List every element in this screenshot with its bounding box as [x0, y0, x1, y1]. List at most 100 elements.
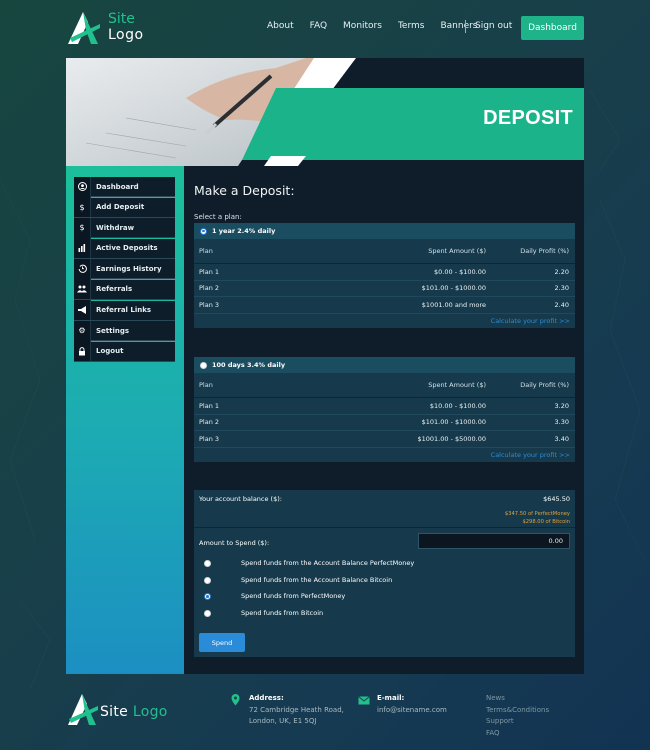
sidebar-item-logout[interactable]: Logout — [74, 341, 175, 362]
plan-table-header: Plan Spent Amount ($) Daily Profit (%) — [194, 373, 575, 398]
nav-terms[interactable]: Terms — [398, 21, 425, 31]
plan-card: 100 days 3.4% daily Plan Spent Amount ($… — [194, 357, 575, 462]
nav-about[interactable]: About — [267, 21, 294, 31]
page-title: DEPOSIT — [483, 107, 573, 129]
sign-out-link[interactable]: Sign out — [475, 21, 512, 31]
profit-cell: 3.40 — [554, 434, 569, 443]
spend-option-label: Spend funds from the Account Balance Per… — [241, 559, 415, 567]
users-icon — [74, 279, 91, 300]
spend-option[interactable]: Spend funds from the Account Balance Bit… — [194, 573, 575, 589]
plan-table-header: Plan Spent Amount ($) Daily Profit (%) — [194, 239, 575, 264]
envelope-icon — [358, 696, 370, 705]
calculate-profit-text[interactable]: Calculate your profit >> — [491, 451, 570, 459]
plan-cell: Plan 1 — [199, 267, 220, 276]
table-row: Plan 3 $1001.00 - $5000.00 3.40 — [194, 431, 575, 448]
plan-cell: Plan 3 — [199, 300, 220, 309]
col-spent-amount: Spent Amount ($) — [428, 381, 486, 389]
spend-option-label: Spend funds from the Account Balance Bit… — [241, 575, 393, 584]
footer-address: Address: 72 Cambridge Heath Road, London… — [249, 693, 344, 728]
plan-name: 1 year 2.4% daily — [212, 227, 276, 235]
address-line-2: London, UK, E1 5QJ — [249, 717, 317, 725]
location-pin-icon — [231, 694, 240, 706]
logo-text-logo: Logo — [108, 27, 144, 43]
site-logo[interactable]: Site Logo — [66, 8, 156, 48]
amount-label: Amount to Spend ($): — [199, 539, 270, 547]
nav-monitors[interactable]: Monitors — [343, 21, 382, 31]
footer-email: E-mail: info@sitename.com — [377, 693, 447, 716]
amount-cell: $1001.00 and more — [421, 300, 486, 309]
spend-option-radio[interactable] — [204, 609, 211, 617]
spend-option[interactable]: Spend funds from the Account Balance Per… — [194, 556, 575, 572]
logo-text-site: Site — [108, 11, 135, 27]
sidebar-item-label: Add Deposit — [96, 203, 145, 212]
footer-link-faq[interactable]: FAQ — [486, 728, 549, 740]
sidebar-item-withdraw[interactable]: $ Withdraw — [74, 217, 175, 239]
megaphone-icon — [74, 300, 91, 321]
sidebar-item-label: Settings — [96, 326, 130, 335]
amount-cell: $0.00 - $100.00 — [434, 267, 486, 276]
amount-cell: $101.00 - $1000.00 — [421, 418, 486, 427]
hero-banner: DEPOSIT — [66, 58, 584, 166]
bar-chart-icon — [74, 238, 91, 259]
plan-card: 1 year 2.4% daily Plan Spent Amount ($) … — [194, 223, 575, 328]
sidebar-item-label: Withdraw — [96, 223, 135, 232]
dollar-icon: $ — [74, 197, 91, 218]
dashboard-button[interactable]: Dashboard — [521, 16, 584, 40]
balance-perfectmoney: $347.50 of PerfectMoney — [504, 511, 570, 517]
email-heading: E-mail: — [377, 694, 405, 702]
col-spent-amount: Spent Amount ($) — [428, 247, 486, 255]
plan-header[interactable]: 1 year 2.4% daily — [194, 223, 575, 239]
amount-input[interactable] — [418, 533, 570, 549]
calculate-profit-text[interactable]: Calculate your profit >> — [491, 317, 570, 325]
calculate-profit-link[interactable]: Calculate your profit >> — [194, 448, 575, 462]
nav-divider — [465, 20, 466, 33]
plan-cell: Plan 1 — [199, 401, 220, 410]
col-daily-profit: Daily Profit (%) — [520, 247, 569, 255]
plan-cell: Plan 3 — [199, 434, 220, 443]
balance-value: $645.50 — [543, 495, 570, 503]
email-address[interactable]: info@sitename.com — [377, 705, 447, 717]
spend-option[interactable]: Spend funds from Bitcoin — [194, 606, 575, 622]
sidebar-item-add-deposit[interactable]: $ Add Deposit — [74, 197, 175, 218]
sidebar-item-dashboard[interactable]: Dashboard — [74, 176, 175, 197]
spend-option-radio[interactable] — [204, 576, 211, 584]
sidebar-item-label: Earnings History — [96, 264, 162, 273]
spend-option[interactable]: Spend funds from PerfectMoney — [194, 589, 575, 605]
nav-faq[interactable]: FAQ — [310, 21, 327, 31]
lock-icon — [74, 341, 91, 362]
history-icon — [74, 258, 91, 279]
amount-cell: $101.00 - $1000.00 — [421, 284, 486, 293]
sidebar-item-referrals[interactable]: Referrals — [74, 279, 175, 300]
amount-cell: $10.00 - $100.00 — [429, 401, 486, 410]
footer-logo-site: Site — [100, 704, 129, 720]
balance-label: Your account balance ($): — [199, 495, 282, 503]
footer-links: News Terms&Conditions Support FAQ — [486, 693, 549, 739]
plan-radio[interactable] — [200, 227, 207, 235]
sidebar-item-label: Referral Links — [96, 306, 152, 315]
sidebar-item-referral-links[interactable]: Referral Links — [74, 300, 175, 321]
table-row: Plan 2 $101.00 - $1000.00 3.30 — [194, 415, 575, 431]
profit-cell: 2.20 — [554, 267, 569, 276]
logo-mark-icon — [68, 12, 100, 44]
footer-link-terms[interactable]: Terms&Conditions — [486, 705, 549, 717]
amount-cell: $1001.00 - $5000.00 — [417, 434, 486, 443]
balance-bitcoin: $298.00 of Bitcoin — [522, 519, 570, 525]
sidebar-item-earnings-history[interactable]: Earnings History — [74, 258, 175, 280]
sidebar-item-active-deposits[interactable]: Active Deposits — [74, 238, 175, 259]
calculate-profit-link[interactable]: Calculate your profit >> — [194, 314, 575, 328]
footer-link-support[interactable]: Support — [486, 716, 549, 728]
table-row: Plan 1 $0.00 - $100.00 2.20 — [194, 264, 575, 281]
spend-option-radio[interactable] — [204, 593, 211, 600]
plan-radio[interactable] — [200, 361, 207, 369]
nav-banners[interactable]: Banners — [440, 21, 477, 31]
address-heading: Address: — [249, 694, 284, 702]
spend-option-radio[interactable] — [204, 560, 211, 567]
spend-button[interactable]: Spend — [199, 633, 245, 652]
plan-name: 100 days 3.4% daily — [212, 361, 286, 369]
spend-option-label: Spend funds from Bitcoin — [241, 608, 324, 617]
sidebar-item-settings[interactable]: ⚙ Settings — [74, 320, 175, 342]
col-plan: Plan — [199, 381, 213, 389]
select-plan-label: Select a plan: — [194, 213, 242, 221]
footer-link-news[interactable]: News — [486, 693, 549, 705]
plan-header[interactable]: 100 days 3.4% daily — [194, 357, 575, 373]
